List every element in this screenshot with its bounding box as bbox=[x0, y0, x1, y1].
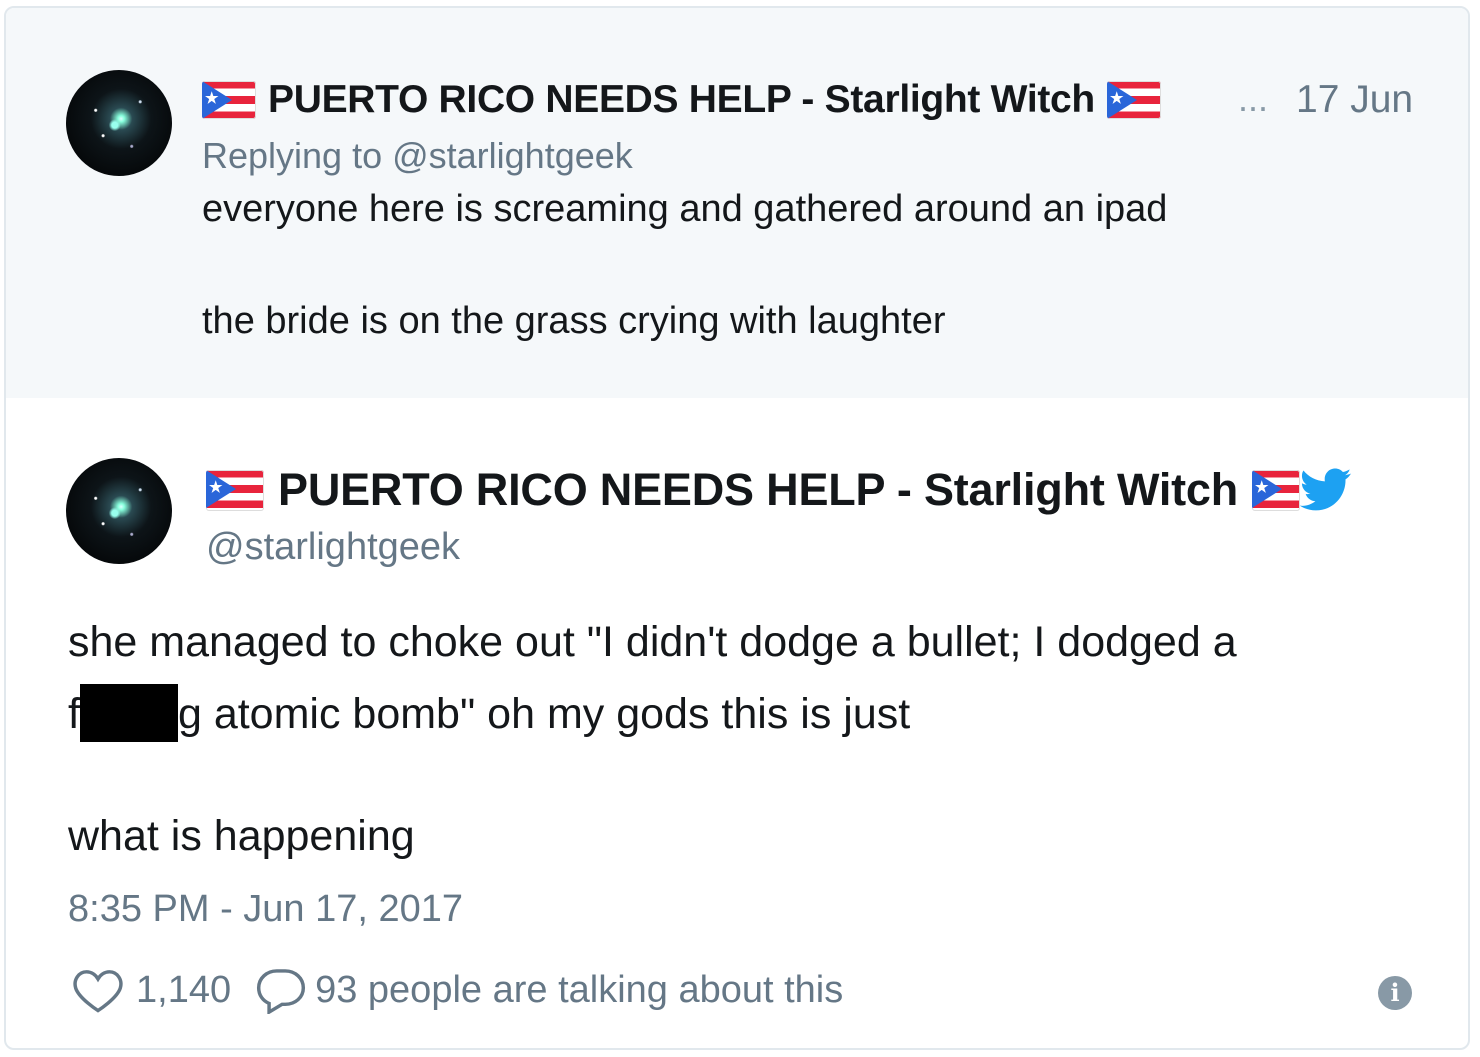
puerto-rico-flag-icon bbox=[206, 469, 264, 511]
more-options-dots[interactable]: ... bbox=[1238, 78, 1268, 120]
puerto-rico-flag-icon bbox=[1252, 469, 1301, 511]
like-button[interactable]: 1,140 bbox=[72, 966, 231, 1014]
text-fragment: f bbox=[68, 690, 80, 738]
main-tweet-text-line-2: f g atomic bomb" oh my gods this is just bbox=[68, 684, 910, 742]
puerto-rico-flag-icon bbox=[202, 81, 256, 119]
like-count: 1,140 bbox=[136, 968, 232, 1011]
parent-display-name: PUERTO RICO NEEDS HELP - Starlight Witch bbox=[268, 78, 1095, 121]
info-icon[interactable]: i bbox=[1378, 976, 1412, 1010]
tweet-actions: 1,140 93 people are talking about this bbox=[72, 966, 843, 1014]
main-author-name[interactable]: PUERTO RICO NEEDS HELP - Starlight Witch bbox=[206, 464, 1352, 516]
conversation-count-text: 93 people are talking about this bbox=[315, 968, 844, 1011]
main-avatar[interactable] bbox=[66, 458, 172, 564]
parent-tweet-text-line-2: the bride is on the grass crying with la… bbox=[202, 300, 946, 342]
parent-tweet[interactable]: PUERTO RICO NEEDS HELP - Starlight Witch… bbox=[6, 8, 1468, 398]
speech-bubble-icon bbox=[257, 969, 306, 1014]
text-fragment: g atomic bomb" oh my gods this is just bbox=[177, 690, 911, 738]
main-tweet-text-line-1: she managed to choke out "I didn't dodge… bbox=[68, 618, 1237, 666]
puerto-rico-flag-icon bbox=[1106, 81, 1161, 119]
tweet-embed-card: PUERTO RICO NEEDS HELP - Starlight Witch… bbox=[4, 6, 1470, 1050]
parent-tweet-date[interactable]: 17 Jun bbox=[1296, 78, 1413, 122]
tweet-timestamp[interactable]: 8:35 PM - Jun 17, 2017 bbox=[68, 888, 463, 931]
parent-tweet-text-line-1: everyone here is screaming and gathered … bbox=[202, 188, 1168, 230]
main-handle[interactable]: @starlightgeek bbox=[206, 526, 460, 569]
parent-author-name[interactable]: PUERTO RICO NEEDS HELP - Starlight Witch bbox=[202, 78, 1161, 122]
main-display-name: PUERTO RICO NEEDS HELP - Starlight Witch bbox=[278, 464, 1239, 515]
redaction-bar bbox=[79, 684, 178, 742]
parent-avatar[interactable] bbox=[66, 70, 172, 176]
heart-icon bbox=[73, 970, 123, 1013]
main-tweet-text-line-3: what is happening bbox=[68, 812, 415, 860]
replying-to-label[interactable]: Replying to @starlightgeek bbox=[202, 135, 633, 177]
twitter-bird-icon[interactable] bbox=[1300, 468, 1352, 512]
reply-conversation-link[interactable]: 93 people are talking about this bbox=[255, 966, 843, 1014]
